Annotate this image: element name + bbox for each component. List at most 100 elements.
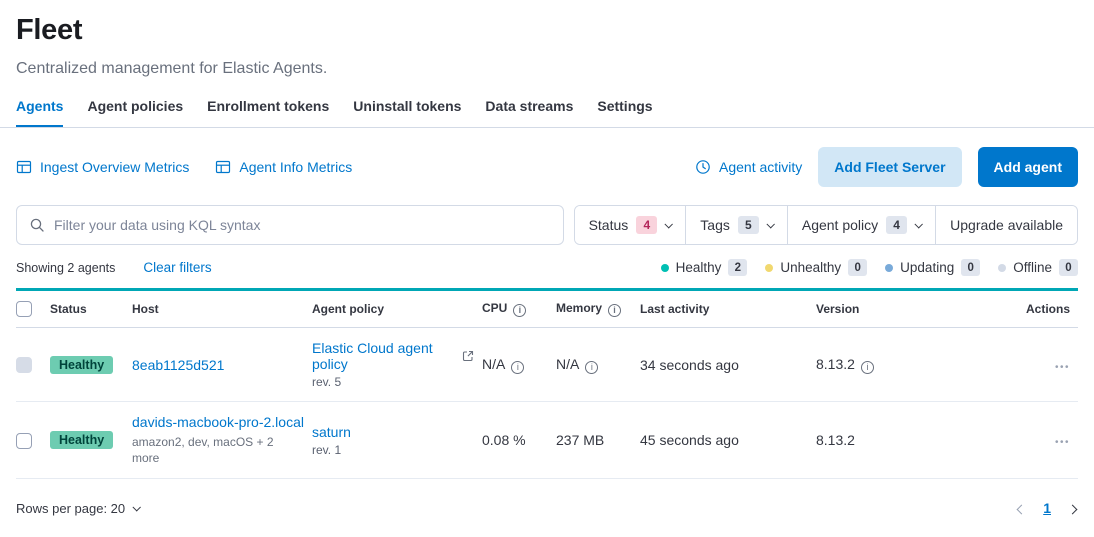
clock-icon [695, 159, 711, 175]
legend-updating-count: 0 [961, 259, 980, 276]
add-agent-button[interactable]: Add agent [978, 147, 1078, 187]
filter-tags-label: Tags [700, 217, 730, 233]
chevron-down-icon [665, 220, 673, 228]
agents-table: Status Host Agent policy CPU Memory Last… [16, 288, 1078, 479]
row-actions-button[interactable] [1055, 437, 1070, 448]
memory-value: 237 MB [556, 420, 640, 460]
legend-offline-count: 0 [1059, 259, 1078, 276]
agent-activity-link[interactable]: Agent activity [695, 159, 802, 175]
pagination-page-1[interactable]: 1 [1043, 500, 1051, 516]
status-badge: Healthy [50, 431, 113, 449]
legend-healthy[interactable]: Healthy 2 [661, 259, 748, 276]
table-row: Healthy 8eab1125d521 Elastic Cloud agent… [16, 328, 1078, 402]
agent-policy-link[interactable]: saturn [312, 424, 351, 440]
ingest-overview-metrics-link[interactable]: Ingest Overview Metrics [16, 159, 189, 175]
filter-group: Status 4 Tags 5 Agent policy 4 Upgrade a… [574, 205, 1078, 245]
host-link[interactable]: davids-macbook-pro-2.local [132, 414, 304, 430]
tab-uninstall-tokens[interactable]: Uninstall tokens [353, 88, 461, 127]
version-value: 8.13.2 [816, 420, 966, 460]
cpu-value: N/A [482, 356, 505, 372]
col-agent-policy: Agent policy [312, 292, 482, 326]
col-actions: Actions [966, 292, 1078, 326]
tab-data-streams[interactable]: Data streams [485, 88, 573, 127]
filter-upgrade-available-label: Upgrade available [950, 217, 1063, 233]
select-all-checkbox[interactable] [16, 301, 32, 317]
tab-settings[interactable]: Settings [597, 88, 652, 127]
info-icon[interactable] [585, 361, 598, 374]
last-activity-value: 45 seconds ago [640, 420, 816, 460]
agent-activity-label: Agent activity [719, 159, 802, 175]
page-header: Fleet Centralized management for Elastic… [0, 0, 1094, 127]
legend-offline[interactable]: Offline 0 [998, 259, 1078, 276]
col-cpu: CPU [482, 291, 556, 327]
status-badge: Healthy [50, 356, 113, 374]
tab-bar: Agents Agent policies Enrollment tokens … [16, 88, 1078, 127]
legend-updating[interactable]: Updating 0 [885, 259, 980, 276]
host-link[interactable]: 8eab1125d521 [132, 357, 224, 373]
host-tags: amazon2, dev, macOS + 2 more [132, 434, 304, 466]
pagination-prev-button[interactable] [1016, 498, 1027, 518]
filter-agent-policy-count-badge: 4 [886, 216, 907, 234]
col-status: Status [50, 292, 132, 326]
memory-value: N/A [556, 356, 579, 372]
chevron-down-icon [915, 220, 923, 228]
tab-agents[interactable]: Agents [16, 88, 63, 127]
row-checkbox[interactable] [16, 433, 32, 449]
info-icon[interactable] [513, 304, 526, 317]
rows-per-page-button[interactable]: Rows per page: 20 [16, 501, 139, 516]
status-legend: Healthy 2 Unhealthy 0 Updating 0 Offline… [661, 259, 1078, 276]
pagination: 1 [1016, 498, 1078, 518]
add-fleet-server-button[interactable]: Add Fleet Server [818, 147, 961, 187]
legend-unhealthy[interactable]: Unhealthy 0 [765, 259, 867, 276]
filter-status-button[interactable]: Status 4 [575, 206, 686, 244]
table-row: Healthy davids-macbook-pro-2.local amazo… [16, 402, 1078, 479]
col-last-activity: Last activity [640, 292, 816, 326]
info-icon[interactable] [608, 304, 621, 317]
kql-search-input[interactable] [54, 217, 551, 233]
table-icon [215, 159, 231, 175]
summary-row: Showing 2 agents Clear filters Healthy 2… [0, 245, 1094, 288]
col-host: Host [132, 292, 312, 326]
agent-info-metrics-label: Agent Info Metrics [239, 159, 352, 175]
last-activity-value: 34 seconds ago [640, 345, 816, 385]
rows-per-page-label: Rows per page: 20 [16, 501, 125, 516]
chevron-down-icon [766, 220, 774, 228]
table-footer: Rows per page: 20 1 [0, 479, 1094, 537]
legend-healthy-label: Healthy [676, 260, 722, 275]
row-checkbox[interactable] [16, 357, 32, 373]
agent-policy-link[interactable]: Elastic Cloud agent policy [312, 340, 457, 372]
chevron-right-icon [1068, 505, 1078, 515]
popout-icon [462, 350, 474, 362]
healthy-dot-icon [661, 264, 669, 272]
info-icon[interactable] [861, 361, 874, 374]
toolbar: Ingest Overview Metrics Agent Info Metri… [0, 128, 1094, 205]
table-icon [16, 159, 32, 175]
row-actions-button[interactable] [1055, 362, 1070, 373]
filter-upgrade-available-button[interactable]: Upgrade available [935, 206, 1077, 244]
legend-unhealthy-count: 0 [848, 259, 867, 276]
offline-dot-icon [998, 264, 1006, 272]
page-title: Fleet [16, 14, 1078, 47]
tab-agent-policies[interactable]: Agent policies [87, 88, 183, 127]
version-value: 8.13.2 [816, 356, 855, 372]
updating-dot-icon [885, 264, 893, 272]
ingest-overview-metrics-label: Ingest Overview Metrics [40, 159, 189, 175]
legend-healthy-count: 2 [728, 259, 747, 276]
tab-enrollment-tokens[interactable]: Enrollment tokens [207, 88, 329, 127]
page-subtitle: Centralized management for Elastic Agent… [16, 60, 1078, 78]
clear-filters-link[interactable]: Clear filters [143, 260, 211, 275]
filter-agent-policy-label: Agent policy [802, 217, 878, 233]
pagination-next-button[interactable] [1067, 498, 1078, 518]
col-memory: Memory [556, 291, 640, 327]
controls-row: Status 4 Tags 5 Agent policy 4 Upgrade a… [0, 205, 1094, 245]
policy-revision: rev. 1 [312, 443, 474, 457]
search-icon [29, 217, 45, 233]
table-header-row: Status Host Agent policy CPU Memory Last… [16, 291, 1078, 328]
agent-info-metrics-link[interactable]: Agent Info Metrics [215, 159, 352, 175]
filter-status-label: Status [589, 217, 629, 233]
cpu-value: 0.08 % [482, 420, 556, 460]
info-icon[interactable] [511, 361, 524, 374]
filter-tags-button[interactable]: Tags 5 [685, 206, 787, 244]
search-box[interactable] [16, 205, 564, 245]
filter-agent-policy-button[interactable]: Agent policy 4 [787, 206, 935, 244]
